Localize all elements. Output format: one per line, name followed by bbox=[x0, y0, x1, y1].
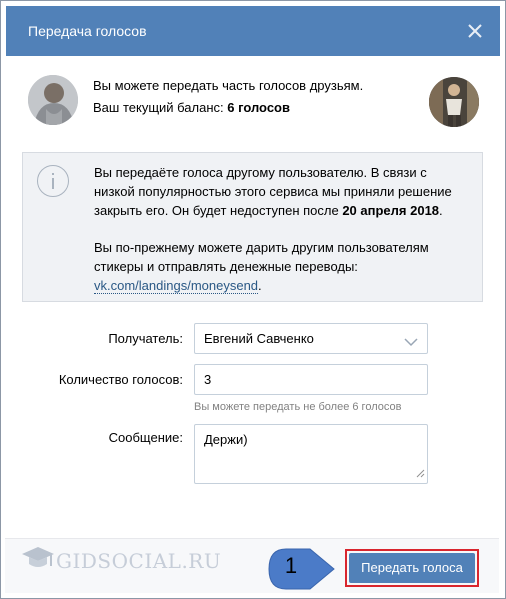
notice-line-3-text: закрыть его. Он будет недоступен после bbox=[94, 203, 339, 218]
recipient-value: Евгений Савченко bbox=[204, 331, 314, 346]
votes-hint: Вы можете передать не более 6 голосов bbox=[194, 401, 402, 413]
recipient-select[interactable]: Евгений Савченко bbox=[194, 323, 428, 354]
submit-highlight: Передать голоса bbox=[345, 549, 479, 587]
watermark-text: GIDSOCIAL.RU bbox=[56, 549, 222, 573]
dialog-title: Передача голосов bbox=[28, 23, 147, 39]
submit-votes-button[interactable]: Передать голоса bbox=[349, 553, 475, 583]
notice-line-1: Вы передаёте голоса другому пользователю… bbox=[94, 165, 427, 180]
close-icon[interactable] bbox=[464, 20, 486, 42]
info-notice: Вы передаёте голоса другому пользователю… bbox=[22, 152, 483, 302]
moneysend-link[interactable]: vk.com/landings/moneysend bbox=[94, 278, 259, 294]
info-icon bbox=[37, 165, 69, 197]
notice-line-5: стикеры и отправлять денежные переводы: bbox=[94, 259, 358, 274]
step-number: 1 bbox=[284, 553, 298, 578]
votes-input[interactable]: 3 bbox=[194, 364, 428, 395]
dialog-header: Передача голосов bbox=[6, 6, 500, 56]
notice-line-6: vk.com/landings/moneysend. bbox=[94, 278, 262, 294]
votes-label: Количество голосов: bbox=[58, 372, 183, 387]
balance-text: Ваш текущий баланс: 6 голосов bbox=[93, 100, 290, 115]
sender-avatar bbox=[28, 75, 78, 125]
notice-line-3: закрыть его. Он будет недоступен после 2… bbox=[94, 203, 443, 218]
message-value: Держи) bbox=[204, 432, 248, 447]
recipient-label: Получатель: bbox=[108, 331, 183, 346]
balance-value: 6 голосов bbox=[227, 100, 290, 115]
notice-line-3-end: . bbox=[439, 203, 443, 218]
intro-text: Вы можете передать часть голосов друзьям… bbox=[93, 78, 364, 93]
closing-date: 20 апреля 2018 bbox=[342, 203, 440, 218]
recipient-avatar bbox=[429, 77, 479, 127]
message-textarea[interactable]: Держи) bbox=[194, 424, 428, 484]
votes-value: 3 bbox=[204, 372, 212, 387]
message-label: Сообщение: bbox=[108, 430, 183, 445]
graduation-cap-icon bbox=[21, 544, 55, 577]
balance-label: Ваш текущий баланс: bbox=[93, 100, 224, 115]
notice-link-end: . bbox=[258, 278, 262, 293]
resize-grip-icon[interactable] bbox=[416, 466, 425, 481]
notice-line-4: Вы по-прежнему можете дарить другим поль… bbox=[94, 240, 429, 255]
chevron-down-icon bbox=[404, 335, 418, 350]
notice-line-2: низкой популярностью этого сервиса мы пр… bbox=[94, 184, 452, 199]
